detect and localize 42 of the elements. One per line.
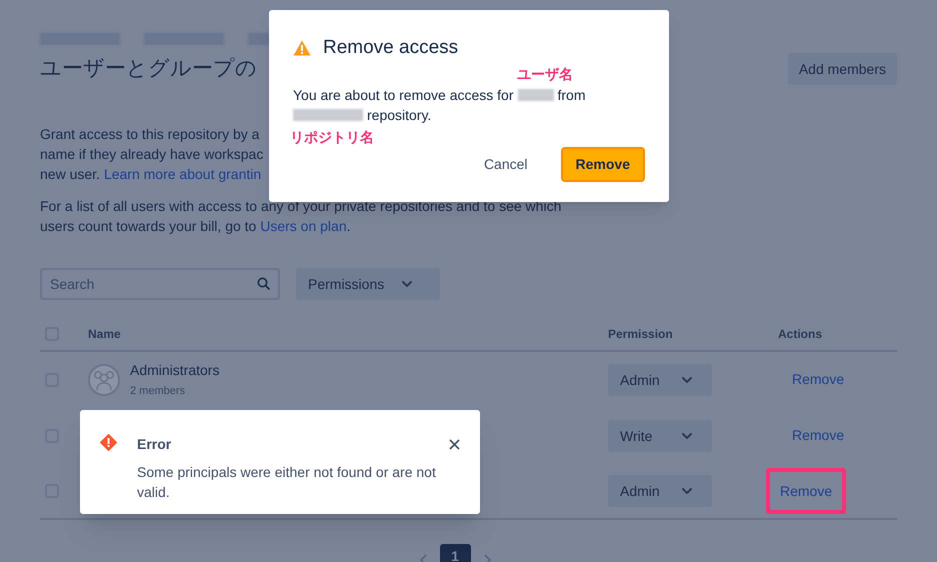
close-icon[interactable] bbox=[449, 439, 460, 450]
error-message: Some principals were either not found or are not valid. bbox=[137, 463, 437, 502]
error-title: Error bbox=[137, 435, 172, 454]
chevron-down-icon bbox=[682, 433, 692, 439]
dialog-message: repository. bbox=[367, 106, 432, 124]
dialog-message: from bbox=[558, 86, 586, 104]
column-header: Actions bbox=[778, 326, 822, 343]
remove-link[interactable]: Remove bbox=[780, 425, 856, 445]
permission-dropdown[interactable]: Admin bbox=[608, 364, 712, 396]
group-name: Administrators bbox=[130, 361, 220, 380]
cancel-button[interactable]: Cancel bbox=[470, 146, 541, 182]
users-on-plan-link[interactable]: Users on plan bbox=[260, 218, 347, 234]
group-avatar-icon bbox=[88, 364, 120, 396]
dialog-title: Remove access bbox=[323, 36, 458, 60]
permissions-dropdown[interactable]: Permissions bbox=[296, 268, 440, 300]
chevron-down-icon bbox=[682, 377, 692, 383]
redaction-block bbox=[518, 88, 554, 100]
member-count: 2 members bbox=[130, 384, 186, 400]
chevron-down-icon bbox=[682, 488, 692, 494]
intro-text: name if they already have workspac bbox=[40, 145, 264, 164]
remove-link[interactable]: Remove bbox=[780, 369, 856, 389]
redaction-block bbox=[293, 108, 363, 120]
error-icon bbox=[100, 434, 117, 451]
annotation-label: ユーザ名 bbox=[517, 65, 573, 84]
permission-dropdown[interactable]: Write bbox=[608, 420, 712, 452]
learn-more-link[interactable]: Learn more about grantin bbox=[104, 164, 262, 184]
chevron-down-icon bbox=[402, 281, 412, 287]
page-button[interactable]: 1 bbox=[440, 544, 470, 562]
search-field[interactable]: Search bbox=[40, 268, 280, 300]
intro-text: new user. bbox=[40, 165, 100, 184]
add-members-button[interactable]: Add members bbox=[788, 53, 897, 85]
intro-text: Grant access to this repository by a bbox=[40, 125, 260, 144]
permission-dropdown[interactable]: Admin bbox=[608, 475, 712, 507]
search-icon bbox=[257, 277, 270, 290]
column-header: Permission bbox=[608, 326, 673, 343]
annotation-label: リポジトリ名 bbox=[290, 128, 374, 147]
warning-icon bbox=[293, 40, 311, 56]
column-header: Name bbox=[88, 326, 121, 343]
page-title: ユーザーとグループの bbox=[40, 56, 257, 82]
remove-link[interactable]: Remove bbox=[766, 468, 846, 514]
remove-button[interactable]: Remove bbox=[560, 146, 645, 182]
dialog-message: You are about to remove access for bbox=[293, 86, 514, 104]
